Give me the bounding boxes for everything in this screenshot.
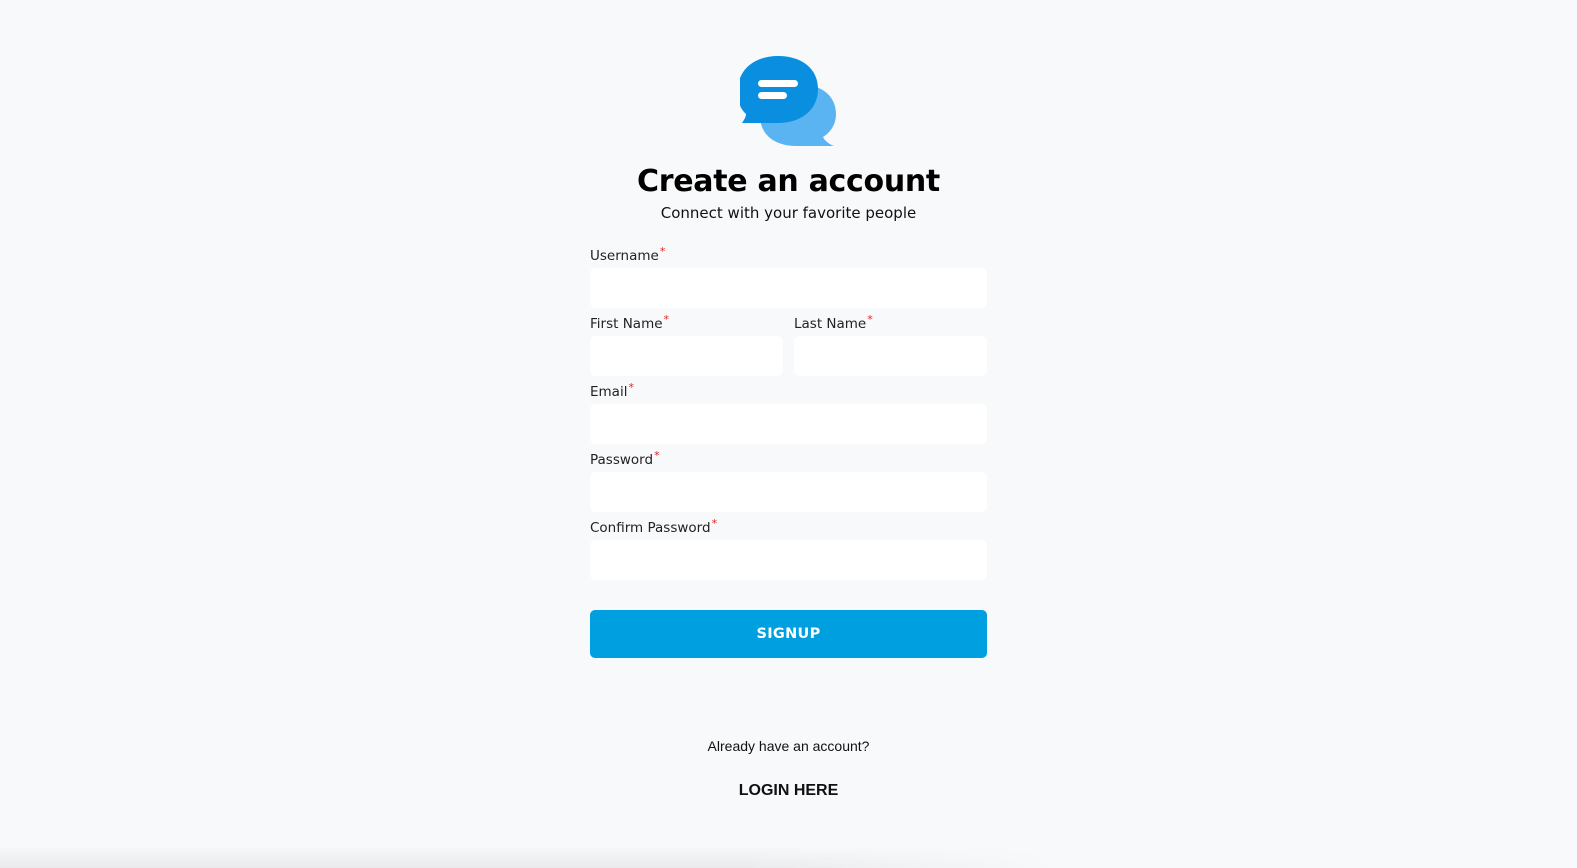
username-label-text: Username xyxy=(590,248,659,264)
signup-page: Create an account Connect with your favo… xyxy=(0,0,1577,868)
first-name-input[interactable] xyxy=(590,336,783,376)
username-input[interactable] xyxy=(590,268,987,308)
bottom-shadow xyxy=(0,846,1060,868)
confirm-password-label: Confirm Password* xyxy=(590,517,718,536)
password-label: Password* xyxy=(590,449,660,468)
login-link-row: LOGIN HERE xyxy=(0,782,1577,800)
login-prompt: Already have an account? xyxy=(707,738,870,754)
required-marker: * xyxy=(654,449,660,462)
chat-bubbles-icon xyxy=(740,56,836,146)
last-name-label: Last Name* xyxy=(794,313,873,332)
password-input[interactable] xyxy=(590,472,987,512)
last-name-input[interactable] xyxy=(794,336,987,376)
page-subtitle: Connect with your favorite people xyxy=(660,204,917,222)
confirm-password-input[interactable] xyxy=(590,540,987,580)
signup-button[interactable]: SIGNUP xyxy=(590,610,987,658)
required-marker: * xyxy=(711,517,718,530)
required-marker: * xyxy=(659,245,666,258)
confirm-password-label-text: Confirm Password xyxy=(590,520,711,536)
last-name-label-text: Last Name xyxy=(794,316,867,332)
password-label-text: Password xyxy=(590,452,654,468)
email-input[interactable] xyxy=(590,404,987,444)
username-label: Username* xyxy=(590,245,666,264)
first-name-label: First Name* xyxy=(590,313,670,332)
email-label: Email* xyxy=(590,381,634,400)
required-marker: * xyxy=(867,313,873,326)
required-marker: * xyxy=(663,313,670,326)
login-here-link[interactable]: LOGIN HERE xyxy=(739,782,839,799)
first-name-label-text: First Name xyxy=(590,316,663,332)
required-marker: * xyxy=(628,381,634,394)
page-title: Create an account xyxy=(637,164,940,199)
email-label-text: Email xyxy=(590,384,628,400)
